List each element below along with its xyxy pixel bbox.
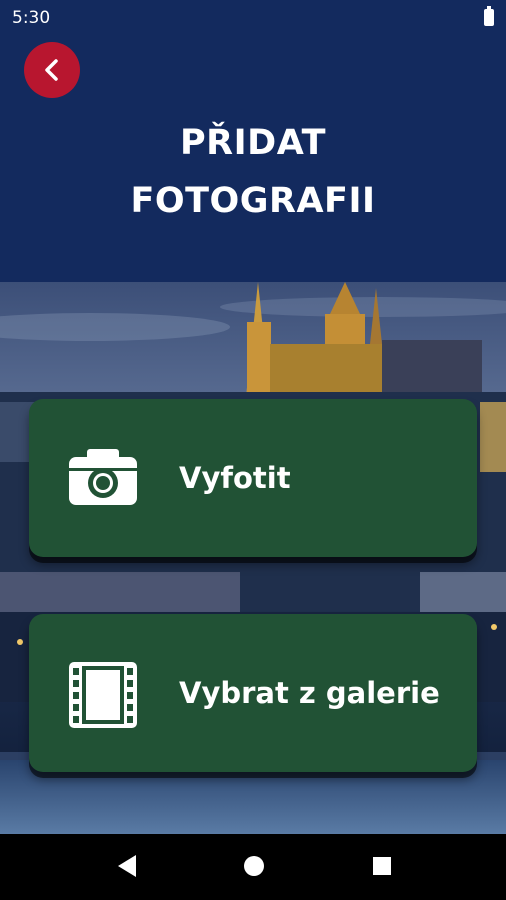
- home-circle-icon[interactable]: [242, 852, 266, 880]
- recents-square-icon[interactable]: [370, 852, 394, 880]
- take-photo-label: Vyfotit: [179, 461, 291, 495]
- page-title-line2: FOTOGRAFII: [130, 181, 376, 221]
- page-title-line1: PŘIDAT: [180, 123, 326, 163]
- choose-from-gallery-button[interactable]: Vybrat z galerie: [29, 614, 477, 772]
- status-time: 5:30: [12, 8, 51, 28]
- back-button[interactable]: [24, 42, 80, 98]
- choose-from-gallery-label: Vybrat z galerie: [179, 676, 440, 710]
- battery-icon: [484, 6, 494, 26]
- header: PŘIDAT FOTOGRAFII: [0, 36, 506, 282]
- page-title: PŘIDAT FOTOGRAFII: [0, 114, 506, 230]
- camera-icon: [69, 449, 137, 505]
- film-icon: [69, 662, 137, 728]
- back-triangle-icon[interactable]: [114, 852, 138, 880]
- status-bar: 5:30: [0, 0, 506, 36]
- navigation-bar: [0, 834, 506, 900]
- take-photo-button[interactable]: Vyfotit: [29, 399, 477, 557]
- chevron-left-icon: [45, 59, 58, 81]
